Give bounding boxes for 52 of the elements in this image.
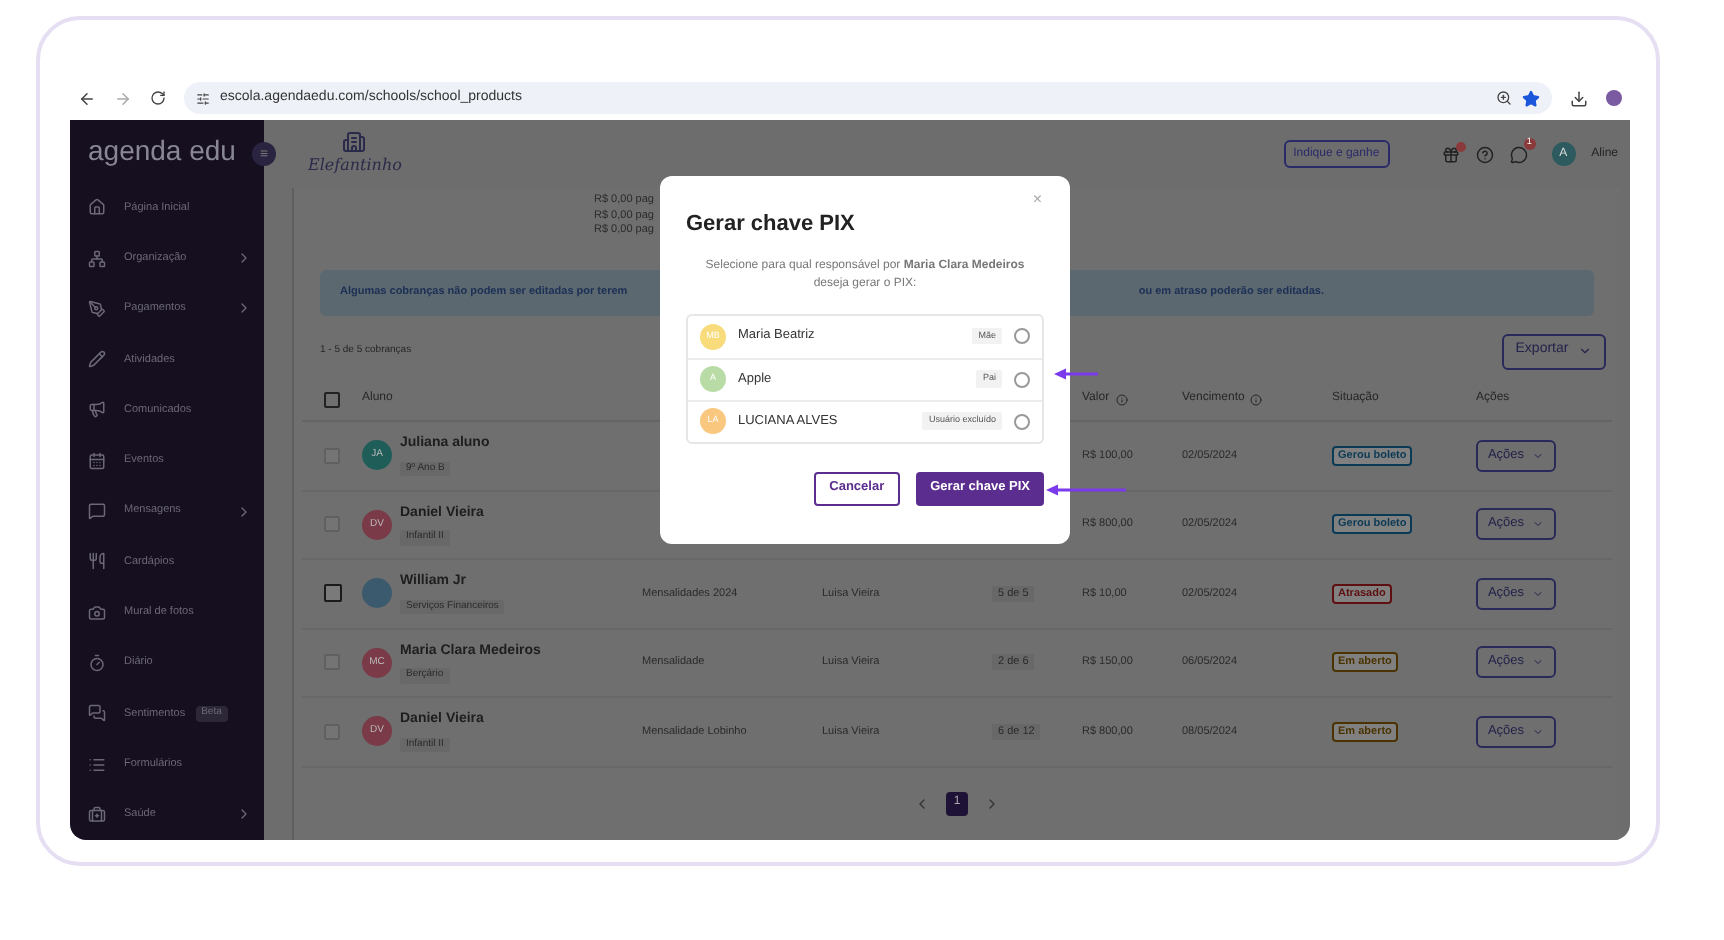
chevron-icon	[1532, 518, 1545, 531]
chevron-icon	[1578, 344, 1593, 358]
back-icon[interactable]	[78, 89, 96, 107]
zoom-icon[interactable]	[1496, 90, 1512, 106]
next-page-icon[interactable]	[984, 795, 1000, 812]
close-button[interactable]: ×	[1032, 192, 1042, 208]
pointer-arrow	[1054, 368, 1098, 380]
info-icon	[1250, 393, 1263, 405]
site-settings-icon[interactable]	[196, 91, 210, 105]
forward-icon[interactable]	[114, 89, 132, 107]
calendar-icon	[88, 451, 106, 470]
profile-avatar[interactable]	[1606, 90, 1622, 106]
chevron-icon	[236, 250, 252, 267]
hierarchy-icon	[88, 249, 106, 268]
info-icon	[1115, 393, 1128, 405]
previous-page-icon[interactable]	[914, 795, 930, 812]
briefcase-icon	[88, 805, 106, 824]
chevron-icon	[1532, 587, 1545, 600]
school-logo-icon	[342, 130, 367, 154]
list-icon	[88, 755, 106, 774]
chevron-icon	[1532, 725, 1545, 738]
help-icon[interactable]	[1475, 145, 1494, 163]
home-icon	[88, 198, 106, 217]
radio-button[interactable]	[1014, 371, 1030, 387]
timer-icon	[88, 653, 106, 672]
chat-icon	[88, 704, 106, 723]
camera-icon	[88, 603, 106, 622]
download-icon[interactable]	[1570, 89, 1588, 107]
pen-icon	[88, 299, 106, 318]
star-icon[interactable]	[1522, 89, 1540, 107]
gift-icon[interactable]	[1441, 145, 1460, 163]
message-icon	[88, 502, 106, 521]
chevron-icon	[1532, 449, 1545, 462]
reload-icon[interactable]	[150, 90, 166, 106]
chevron-icon	[236, 806, 252, 823]
radio-button[interactable]	[1014, 328, 1030, 344]
pointer-arrow	[1046, 484, 1126, 496]
select-all-checkbox[interactable]	[324, 391, 340, 407]
school-name: Elefantinho	[308, 154, 402, 178]
photo-placeholder	[362, 578, 392, 609]
megaphone-icon	[88, 400, 106, 419]
chevron-icon	[1532, 656, 1545, 669]
chevron-icon	[236, 300, 252, 317]
brand-logo: agenda edu	[88, 132, 236, 171]
modal-title: Gerar chave PIX	[686, 210, 857, 240]
radio-button[interactable]	[1014, 413, 1030, 429]
utensils-icon	[88, 552, 106, 571]
chat-icon[interactable]	[1509, 145, 1528, 163]
row-checkbox[interactable]	[323, 584, 341, 603]
pencil-icon	[88, 350, 106, 369]
notification-badge	[1455, 141, 1466, 151]
chevron-icon	[236, 503, 252, 520]
